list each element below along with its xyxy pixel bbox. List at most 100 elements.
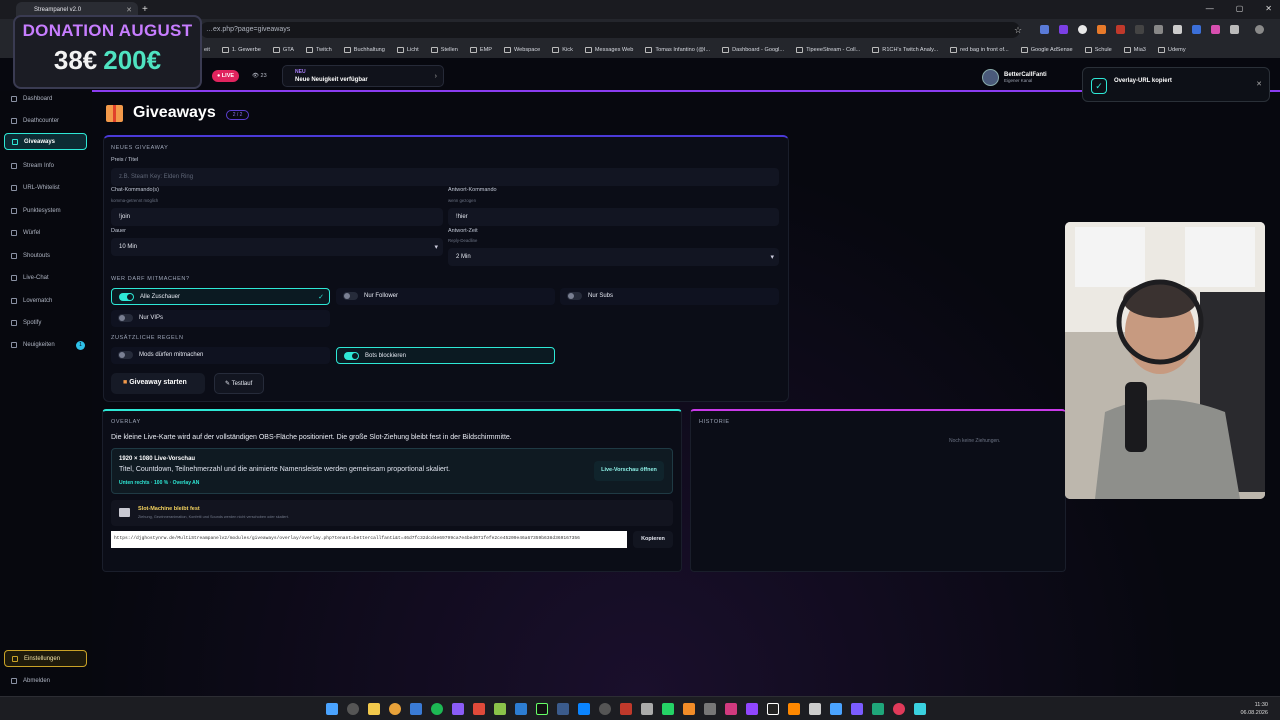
app-icon[interactable] (893, 703, 905, 715)
prize-input[interactable]: z.B. Steam Key: Elden Ring (111, 168, 779, 186)
extension-icon[interactable] (1211, 25, 1220, 34)
steam-icon[interactable] (557, 703, 569, 715)
extension-icon[interactable] (1116, 25, 1125, 34)
option-subs[interactable]: Nur Subs (560, 288, 779, 305)
answer-command-input[interactable]: !hier (448, 208, 779, 226)
test-run-button[interactable]: ✎ Testlauf (214, 373, 264, 394)
extension-icon[interactable] (1192, 25, 1201, 34)
sidebar-item-logout[interactable]: Abmelden (4, 673, 87, 690)
url-field[interactable]: …ex.php?page=giveaways (200, 22, 1020, 38)
whatsapp-icon[interactable] (662, 703, 674, 715)
chat-command-input[interactable]: !join (111, 208, 443, 226)
bookmark-item[interactable]: Udemy (1157, 46, 1186, 53)
app-icon[interactable] (452, 703, 464, 715)
app-icon[interactable] (872, 703, 884, 715)
twitch-icon[interactable] (746, 703, 758, 715)
new-tab-icon[interactable]: + (142, 4, 148, 15)
app-icon[interactable] (830, 703, 842, 715)
duration-select[interactable]: 10 Min (111, 238, 443, 256)
extension-icon[interactable] (1154, 25, 1163, 34)
bookmark-item[interactable]: GTA (272, 46, 294, 53)
toggle-switch[interactable] (344, 352, 359, 360)
app-icon[interactable] (536, 703, 548, 715)
app-icon[interactable] (578, 703, 590, 715)
bookmark-item[interactable]: Schule (1084, 46, 1112, 53)
bookmark-item[interactable]: EMP (469, 46, 492, 53)
sidebar-item-deathcounter[interactable]: Deathcounter (4, 113, 87, 130)
app-icon[interactable] (641, 703, 653, 715)
puzzle-icon[interactable] (1230, 25, 1239, 34)
app-icon[interactable] (473, 703, 485, 715)
close-window-icon[interactable]: ✕ (1265, 4, 1272, 13)
bookmark-item[interactable]: Kick (552, 46, 573, 53)
answer-time-select[interactable]: 2 Min (448, 248, 779, 266)
windows-start-icon[interactable] (326, 703, 338, 715)
sidebar-item-stream-info[interactable]: Stream Info (4, 158, 87, 175)
folder-icon[interactable] (368, 703, 380, 715)
sidebar-item-giveaways[interactable]: Giveaways (4, 133, 87, 150)
app-icon[interactable] (914, 703, 926, 715)
extension-icons[interactable] (1040, 25, 1264, 34)
bookmark-item[interactable]: Mia3 (1123, 46, 1146, 53)
toggle-switch[interactable] (118, 314, 133, 322)
bookmark-item[interactable]: 1. Gewerbe (221, 46, 261, 53)
profile-icon[interactable] (1255, 25, 1264, 34)
sidebar-item-url-whitelist[interactable]: URL-Whitelist (4, 180, 87, 197)
maximize-icon[interactable]: ▢ (1236, 4, 1244, 13)
sidebar-item-dashboard[interactable]: Dashboard (4, 91, 87, 108)
obs-icon[interactable] (599, 703, 611, 715)
user-profile[interactable]: BetterCallFanti Eigener Kanal (982, 66, 1082, 88)
toggle-switch[interactable] (119, 293, 134, 301)
option-vips[interactable]: Nur VIPs (111, 310, 330, 327)
extension-icon[interactable] (1173, 25, 1182, 34)
option-all-viewers[interactable]: Alle Zuschauer ✓ (111, 288, 330, 305)
bookmark-item[interactable]: Licht (396, 46, 419, 53)
taskbar-icons[interactable] (326, 703, 926, 715)
minimize-icon[interactable]: — (1206, 4, 1214, 13)
vlc-icon[interactable] (788, 703, 800, 715)
chrome-icon[interactable] (389, 703, 401, 715)
app-icon[interactable] (494, 703, 506, 715)
sidebar-item-live-chat[interactable]: Live-Chat (4, 270, 87, 287)
option-mods-allowed[interactable]: Mods dürfen mitmachen (111, 347, 330, 364)
toggle-switch[interactable] (343, 292, 358, 300)
option-followers[interactable]: Nur Follower (336, 288, 555, 305)
vscode-icon[interactable] (515, 703, 527, 715)
bookmark-star-icon[interactable]: ☆ (1014, 25, 1022, 36)
bookmark-item[interactable]: TipeeeStream - Coll... (796, 46, 860, 53)
extension-icon[interactable] (1097, 25, 1106, 34)
news-banner[interactable]: NEU Neue Neuigkeit verfügbar › (282, 65, 444, 87)
bookmark-item[interactable]: Twitch (305, 46, 332, 53)
bookmark-item[interactable]: Webspace (503, 46, 540, 53)
bookmark-item[interactable]: red bag in front of... (950, 46, 1009, 53)
sidebar-item-shoutouts[interactable]: Shoutouts (4, 248, 87, 265)
close-tab-icon[interactable]: ✕ (126, 6, 132, 14)
app-icon[interactable] (809, 703, 821, 715)
overlay-url-field[interactable]: https://djghostynrw.de/MultiStreampanelv… (111, 531, 627, 548)
system-clock[interactable]: 11:30 06.08.2026 (1240, 701, 1268, 717)
app-icon[interactable] (851, 703, 863, 715)
toggle-switch[interactable] (118, 351, 133, 359)
bookmark-item[interactable]: Dashboard - Googl... (722, 46, 784, 53)
bookmark-item[interactable]: Stellen (430, 46, 458, 53)
copy-url-button[interactable]: Kopieren (633, 531, 673, 548)
spotify-icon[interactable] (431, 703, 443, 715)
sidebar-item-wuerfel[interactable]: Würfel (4, 225, 87, 242)
close-icon[interactable]: ✕ (1256, 80, 1262, 88)
extension-icon[interactable] (1059, 25, 1068, 34)
option-block-bots[interactable]: Bots blockieren (336, 347, 555, 364)
bookmark-item[interactable]: Buchhaltung (343, 46, 385, 53)
start-giveaway-button[interactable]: ■ Giveaway starten (111, 373, 205, 394)
app-icon[interactable] (704, 703, 716, 715)
sidebar-item-settings[interactable]: Einstellungen (4, 650, 87, 667)
sidebar-item-spotify[interactable]: Spotify (4, 315, 87, 332)
app-icon[interactable] (410, 703, 422, 715)
bookmark-item[interactable]: Messages Web (584, 46, 633, 53)
bookmark-item[interactable]: eit (204, 47, 210, 53)
toggle-switch[interactable] (567, 292, 582, 300)
open-live-preview-button[interactable]: Live-Vorschau öffnen (594, 461, 664, 481)
bookmark-item[interactable]: Google AdSense (1020, 46, 1073, 53)
sidebar-item-neuigkeiten[interactable]: Neuigkeiten 1 (4, 337, 87, 354)
extension-icon[interactable] (1040, 25, 1049, 34)
window-controls[interactable]: — ▢ ✕ (1206, 4, 1272, 13)
